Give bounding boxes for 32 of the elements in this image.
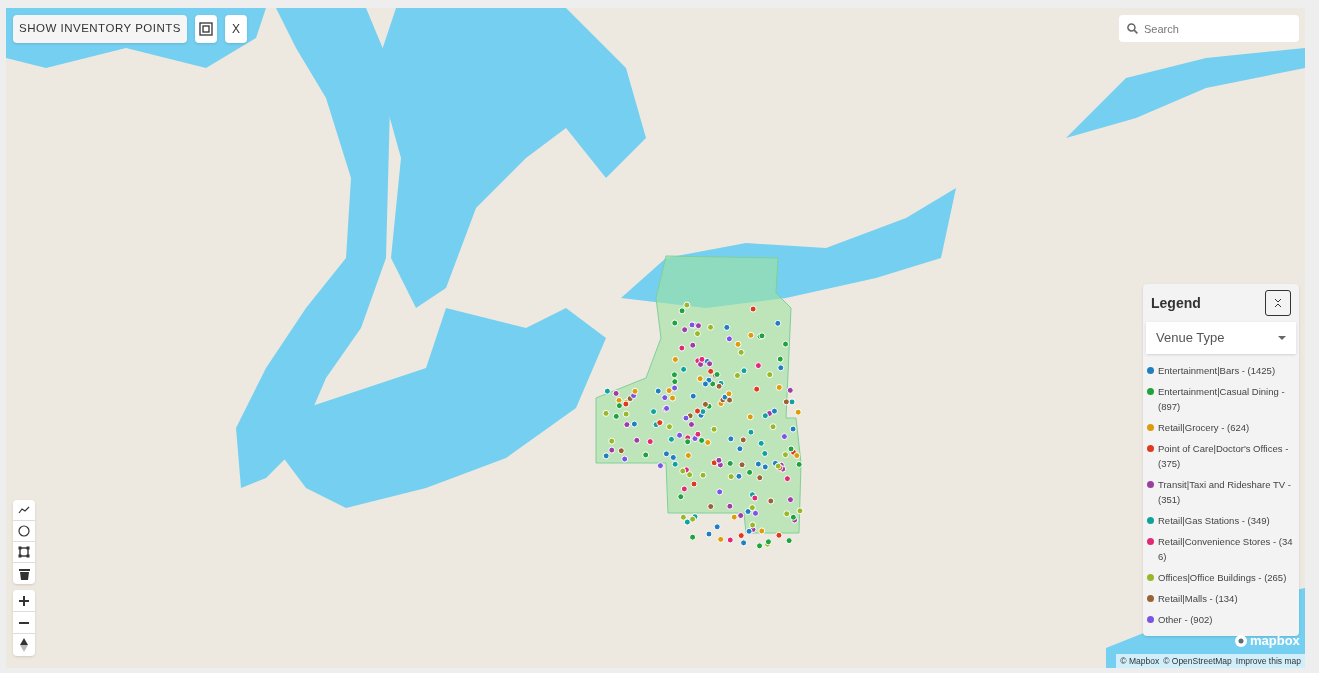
attribution-link[interactable]: © Mapbox	[1120, 654, 1160, 668]
attribution-link[interactable]: © OpenStreetMap	[1163, 654, 1232, 668]
plus-icon	[19, 595, 29, 606]
legend-item-label: Retail|Convenience Stores - (346)	[1158, 535, 1294, 564]
select-area-button[interactable]	[194, 15, 217, 43]
legend-item-label: Retail|Grocery - (624)	[1158, 421, 1250, 435]
square-icon	[18, 546, 30, 558]
line-draw-icon	[18, 504, 30, 516]
search-field[interactable]: Search	[1119, 15, 1299, 42]
show-inventory-points-button[interactable]: SHOW INVENTORY POINTS	[13, 15, 187, 43]
legend-title: Legend	[1151, 293, 1201, 313]
legend-item-label: Entertainment|Casual Dining - (897)	[1158, 385, 1286, 414]
circle-icon	[18, 525, 30, 537]
collapse-icon	[1274, 298, 1282, 308]
compass-icon	[20, 638, 28, 652]
minus-icon	[19, 621, 29, 624]
legend-item-label: Entertainment|Bars - (1425)	[1158, 364, 1276, 378]
collapse-legend-button[interactable]	[1265, 290, 1291, 316]
venue-type-dropdown[interactable]: Venue Type	[1146, 322, 1296, 354]
square-select-icon	[198, 22, 213, 36]
legend-item-label: Retail|Gas Stations - (349)	[1158, 514, 1270, 528]
legend-item-label: Transit|Taxi and Rideshare TV - (351)	[1158, 478, 1292, 507]
mapbox-logo: mapbox	[1234, 631, 1300, 651]
search-icon	[1126, 22, 1139, 35]
close-button[interactable]: X	[224, 15, 247, 43]
trash-icon	[18, 567, 30, 580]
attribution-link[interactable]: Improve this map	[1235, 654, 1301, 668]
legend-item-label: Offices|Office Buildings - (265)	[1158, 571, 1287, 585]
caret-icon	[1278, 335, 1286, 341]
legend-item-label: Retail|Malls - (134)	[1158, 592, 1238, 606]
legend-item-label: Point of Care|Doctor's Offices - (375)	[1158, 442, 1290, 471]
legend-item-label: Other - (902)	[1158, 613, 1213, 627]
